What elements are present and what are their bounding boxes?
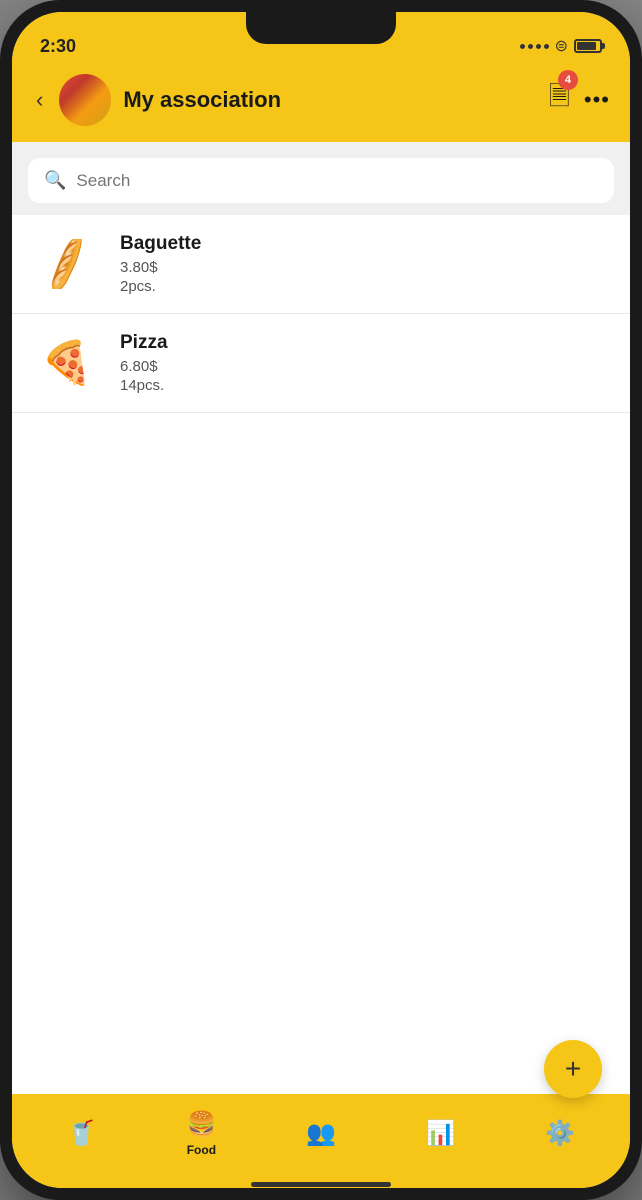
item-price: 6.80$ (120, 358, 610, 375)
item-image-pizza: 🍕 (32, 338, 102, 388)
wifi-icon: ⊜ (555, 36, 568, 56)
notch (246, 12, 396, 44)
stats-icon: 📊 (426, 1119, 456, 1148)
content-area: 🔍 🥖 Baguette 3.80$ 2pcs. (12, 142, 630, 1094)
fab-container: + (544, 1040, 602, 1098)
nav-item-food[interactable]: 🍔 Food (142, 1110, 262, 1157)
search-input[interactable] (76, 171, 598, 191)
nav-item-stats[interactable]: 📊 (381, 1119, 501, 1148)
phone-inner: 2:30 ⊜ ‹ My association (12, 12, 630, 1188)
header: ‹ My association 🗏 4 ••• (12, 64, 630, 142)
nav-label-food: Food (187, 1143, 216, 1157)
search-container: 🔍 (12, 142, 630, 215)
food-icon: 🍔 (186, 1110, 216, 1139)
nav-item-drinks[interactable]: 🥤 (22, 1119, 142, 1148)
more-button[interactable]: ••• (584, 87, 610, 113)
item-name: Pizza (120, 332, 610, 354)
nav-item-members[interactable]: 👥 (261, 1119, 381, 1148)
list-item[interactable]: 🥖 Baguette 3.80$ 2pcs. (12, 215, 630, 314)
home-bar (251, 1182, 391, 1187)
item-list: 🥖 Baguette 3.80$ 2pcs. 🍕 Pizza 6.80$ (12, 215, 630, 1094)
search-box: 🔍 (28, 158, 614, 203)
list-item[interactable]: 🍕 Pizza 6.80$ 14pcs. (12, 314, 630, 413)
phone-frame: 2:30 ⊜ ‹ My association (0, 0, 642, 1200)
item-qty: 14pcs. (120, 377, 610, 394)
item-price: 3.80$ (120, 259, 610, 276)
header-actions: 🗏 4 ••• (549, 78, 610, 122)
plus-icon: + (565, 1053, 581, 1085)
pizza-icon: 🍕 (41, 339, 93, 388)
chat-button[interactable]: 🗏 4 (549, 78, 570, 122)
add-button[interactable]: + (544, 1040, 602, 1098)
status-icons: ⊜ (520, 36, 602, 56)
baguette-icon: 🥖 (34, 239, 100, 289)
nav-item-settings[interactable]: ⚙️ (500, 1119, 620, 1148)
status-time: 2:30 (40, 36, 76, 57)
notification-badge: 4 (558, 70, 578, 90)
back-button[interactable]: ‹ (32, 83, 47, 117)
item-qty: 2pcs. (120, 278, 610, 295)
bottom-nav: 🥤 🍔 Food 👥 📊 ⚙️ (12, 1094, 630, 1182)
item-image-baguette: 🥖 (32, 239, 102, 289)
drinks-icon: 🥤 (67, 1119, 97, 1148)
settings-icon: ⚙️ (545, 1119, 575, 1148)
search-icon: 🔍 (44, 170, 66, 191)
members-icon: 👥 (306, 1119, 336, 1148)
avatar (59, 74, 111, 126)
item-info-pizza: Pizza 6.80$ 14pcs. (120, 332, 610, 394)
battery-icon (574, 39, 602, 53)
home-indicator (12, 1182, 630, 1188)
page-title: My association (123, 87, 537, 113)
item-name: Baguette (120, 233, 610, 255)
item-info-baguette: Baguette 3.80$ 2pcs. (120, 233, 610, 295)
signal-icon (520, 44, 549, 49)
